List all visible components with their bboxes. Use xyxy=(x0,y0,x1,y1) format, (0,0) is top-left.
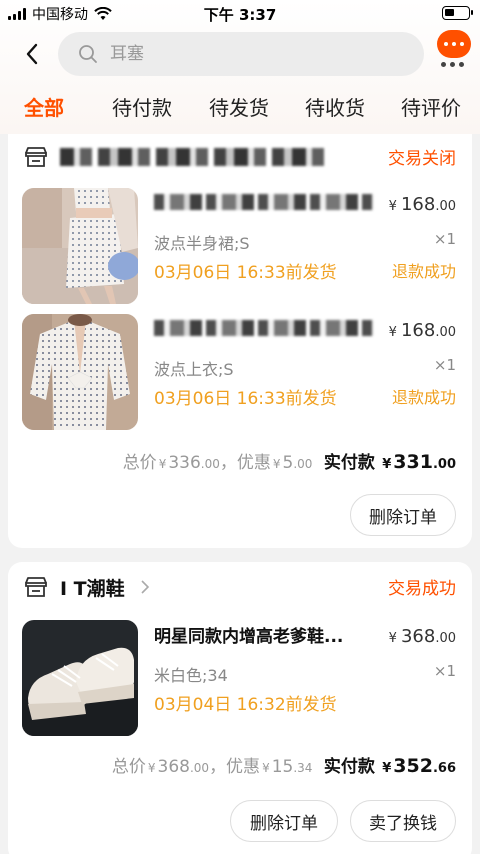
search-icon xyxy=(79,45,97,63)
item-sku: 米白色;34 xyxy=(154,666,228,685)
order-total: 总价 ¥368.00，优惠 ¥15.34 实付款 ¥352.66 xyxy=(111,755,456,777)
delete-order-button[interactable]: 删除订单 xyxy=(230,800,338,842)
order-status: 交易关闭 xyxy=(388,149,456,169)
shop-name-redacted xyxy=(60,148,330,166)
product-image[interactable] xyxy=(22,314,138,430)
shop-row[interactable]: 交易关闭 xyxy=(8,144,472,174)
product-image[interactable] xyxy=(22,620,138,736)
order-total: 总价 ¥336.00，优惠 ¥5.00 实付款 ¥331.00 xyxy=(122,451,456,473)
item-sku: 波点上衣;S xyxy=(154,360,234,379)
tab-pending-shipment[interactable]: 待发货 xyxy=(209,92,269,121)
order-item[interactable]: 明星同款内增高老爹鞋... ¥368.00 米白色;34 ×1 03月04日 1… xyxy=(8,620,472,738)
title-redacted xyxy=(154,320,374,336)
order-status: 交易成功 xyxy=(388,579,456,599)
ship-deadline: 03月06日 16:33前发货 xyxy=(154,263,337,283)
shop-icon xyxy=(25,147,47,167)
more-dots-button[interactable] xyxy=(437,30,471,58)
status-time: 下午 3:37 xyxy=(203,6,277,24)
order-card[interactable]: 交易关闭 ¥ 168.00 波点半身裙;S ×1 03月06日 16:33前发货… xyxy=(8,134,472,548)
tab-pending-payment[interactable]: 待付款 xyxy=(112,92,172,121)
more-sub-dots xyxy=(441,62,464,67)
tab-pending-review[interactable]: 待评价 xyxy=(401,92,461,121)
product-image[interactable] xyxy=(22,188,138,304)
order-card[interactable]: I T潮鞋 交易成功 明星同款内增高老爹鞋... ¥368.00 米白色;34 … xyxy=(8,562,472,854)
shop-row[interactable]: I T潮鞋 交易成功 xyxy=(8,574,472,604)
tab-all[interactable]: 全部 xyxy=(24,92,64,121)
resell-button[interactable]: 卖了换钱 xyxy=(350,800,456,842)
item-qty: ×1 xyxy=(433,356,456,374)
order-tabs: 全部 待付款 待发货 待收货 待评价 xyxy=(0,92,480,132)
battery-icon xyxy=(442,6,473,20)
item-price: ¥168.00 xyxy=(388,194,456,215)
item-qty: ×1 xyxy=(433,662,456,680)
order-item[interactable]: ¥168.00 波点半身裙;S ×1 03月06日 16:33前发货 退款成功 xyxy=(8,188,472,306)
tab-pending-receipt[interactable]: 待收货 xyxy=(305,92,365,121)
status-bar: 中国移动 下午 3:37 xyxy=(0,0,480,28)
ship-deadline: 03月06日 16:33前发货 xyxy=(154,389,337,409)
back-button[interactable] xyxy=(18,40,46,68)
header xyxy=(0,30,480,78)
item-sku: 波点半身裙;S xyxy=(154,234,250,253)
item-price: ¥368.00 xyxy=(388,626,456,647)
order-item[interactable]: ¥168.00 波点上衣;S ×1 03月06日 16:33前发货 退款成功 xyxy=(8,314,472,432)
search-input[interactable] xyxy=(110,44,390,64)
more-dots-icon xyxy=(444,42,448,46)
refund-status[interactable]: 退款成功 xyxy=(392,384,456,408)
item-price: ¥168.00 xyxy=(388,320,456,341)
title-redacted xyxy=(154,194,374,210)
item-qty: ×1 xyxy=(433,230,456,248)
shop-icon xyxy=(25,577,47,597)
chevron-right-icon xyxy=(141,580,150,594)
back-arrow-icon xyxy=(26,43,38,65)
ship-deadline: 03月04日 16:32前发货 xyxy=(154,695,337,715)
search-box[interactable] xyxy=(58,32,424,76)
shop-name[interactable]: I T潮鞋 xyxy=(60,574,125,601)
delete-order-button[interactable]: 删除订单 xyxy=(350,494,456,536)
refund-status[interactable]: 退款成功 xyxy=(392,258,456,282)
product-title[interactable]: 明星同款内增高老爹鞋... xyxy=(154,622,382,647)
